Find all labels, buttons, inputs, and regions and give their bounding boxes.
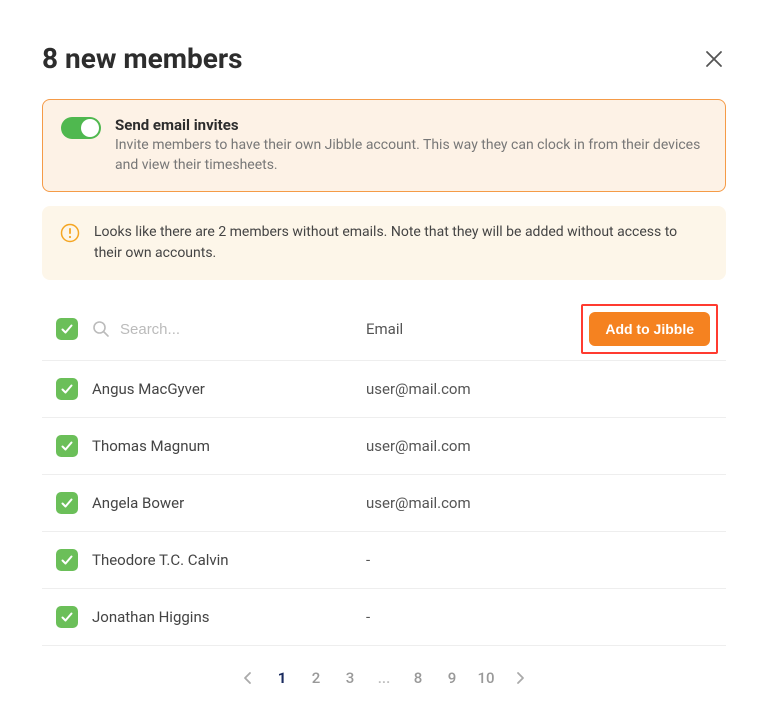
send-invites-panel: Send email invites Invite members to hav…	[42, 99, 726, 192]
warning-icon	[60, 223, 80, 243]
next-page-button[interactable]	[506, 664, 534, 692]
page-number[interactable]: 9	[438, 664, 466, 692]
check-icon	[60, 322, 74, 336]
row-checkbox[interactable]	[56, 492, 78, 514]
member-row: Angela Bower user@mail.com	[42, 475, 726, 532]
member-email: user@mail.com	[366, 494, 712, 512]
add-to-jibble-button[interactable]: Add to Jibble	[589, 312, 710, 346]
row-checkbox[interactable]	[56, 378, 78, 400]
page-number[interactable]: 2	[302, 664, 330, 692]
table-header-row: Email Add to Jibble	[42, 298, 726, 361]
page-number[interactable]: 10	[472, 664, 500, 692]
warning-text: Looks like there are 2 members without e…	[94, 222, 708, 264]
member-name: Theodore T.C. Calvin	[92, 551, 352, 569]
add-button-highlight: Add to Jibble	[581, 304, 718, 354]
check-icon	[60, 496, 74, 510]
member-email: -	[366, 608, 712, 626]
search-icon	[92, 320, 110, 338]
page-number[interactable]: 3	[336, 664, 364, 692]
pagination: 123...8910	[42, 646, 726, 692]
page-numbers: 123...8910	[268, 664, 500, 692]
member-email: user@mail.com	[366, 380, 712, 398]
prev-page-button[interactable]	[234, 664, 262, 692]
search-column	[92, 320, 352, 339]
invite-title: Send email invites	[115, 116, 707, 134]
page-ellipsis: ...	[370, 664, 398, 692]
chevron-left-icon	[241, 671, 255, 685]
check-icon	[60, 439, 74, 453]
chevron-right-icon	[513, 671, 527, 685]
member-name: Angela Bower	[92, 494, 352, 512]
member-name: Angus MacGyver	[92, 380, 352, 398]
row-checkbox[interactable]	[56, 549, 78, 571]
member-email: -	[366, 551, 712, 569]
check-icon	[60, 553, 74, 567]
check-icon	[60, 382, 74, 396]
page-number[interactable]: 8	[404, 664, 432, 692]
warning-panel: Looks like there are 2 members without e…	[42, 206, 726, 280]
modal-header: 8 new members	[42, 42, 726, 75]
check-icon	[60, 610, 74, 624]
member-row: Jonathan Higgins-	[42, 589, 726, 646]
modal-title: 8 new members	[42, 42, 243, 75]
member-rows: Angus MacGyveruser@mail.comThomas Magnum…	[42, 361, 726, 646]
row-checkbox[interactable]	[56, 606, 78, 628]
search-input[interactable]	[118, 320, 352, 339]
member-name: Thomas Magnum	[92, 437, 352, 455]
close-icon	[705, 50, 723, 68]
email-column-header: Email	[366, 320, 573, 338]
member-name: Jonathan Higgins	[92, 608, 352, 626]
send-invites-toggle[interactable]	[61, 117, 101, 139]
member-email: user@mail.com	[366, 437, 712, 455]
select-all-checkbox[interactable]	[56, 318, 78, 340]
close-button[interactable]	[702, 47, 726, 71]
action-column: Add to Jibble	[587, 310, 712, 348]
row-checkbox[interactable]	[56, 435, 78, 457]
member-row: Theodore T.C. Calvin-	[42, 532, 726, 589]
invite-text: Send email invites Invite members to hav…	[115, 116, 707, 175]
member-row: Angus MacGyver user@mail.com	[42, 361, 726, 418]
page-number[interactable]: 1	[268, 664, 296, 692]
new-members-modal: 8 new members Send email invites Invite …	[0, 0, 768, 710]
member-row: Thomas Magnum user@mail.com	[42, 418, 726, 475]
invite-description: Invite members to have their own Jibble …	[115, 136, 707, 175]
